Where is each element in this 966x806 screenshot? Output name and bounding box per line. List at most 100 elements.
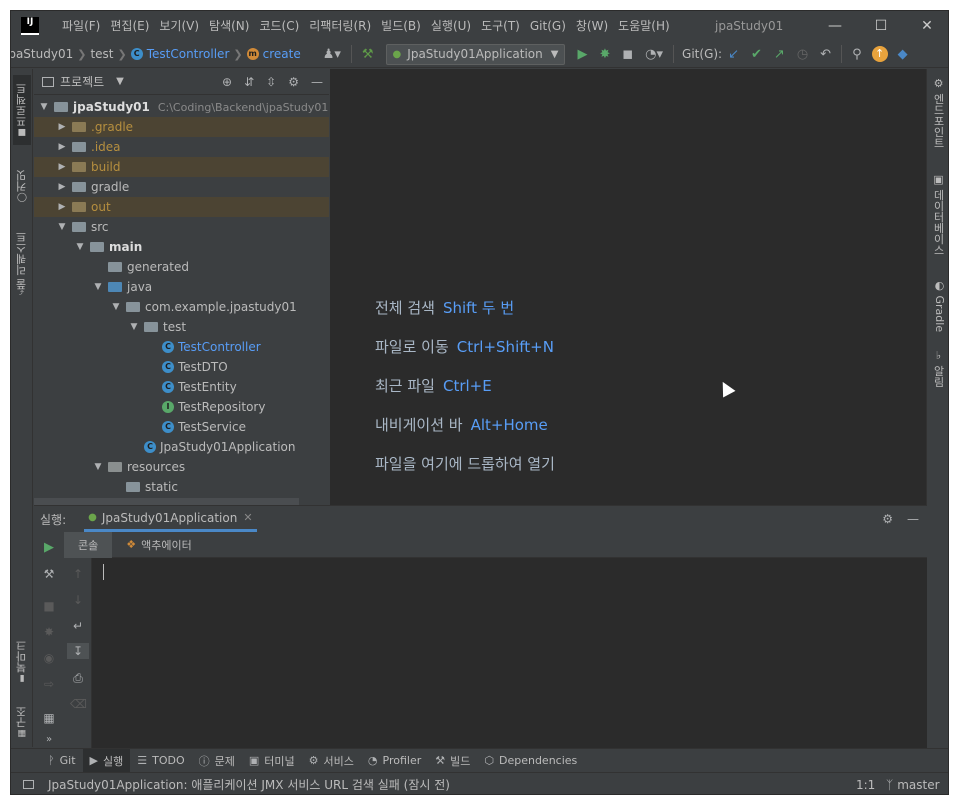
tree-item[interactable]: C TestController (34, 337, 329, 357)
editor-empty-area[interactable]: 전체 검색 Shift 두 번 파일로 이동 Ctrl+Shift+N 최근 파일 C… (330, 69, 927, 505)
user-icon[interactable]: ♟▾ (323, 47, 341, 62)
status-message[interactable]: JpaStudy01Application: 애플리케이션 JMX 서비스 UR… (48, 776, 450, 793)
tree-item[interactable]: C TestService (34, 417, 329, 437)
bottom-tab[interactable]: ▶ 실행 (82, 748, 131, 773)
stop-icon[interactable]: ■ (41, 598, 57, 614)
expand-arrow-icon[interactable]: ▶ (56, 182, 68, 192)
rerun-icon[interactable]: ▶ (41, 540, 57, 556)
update-available-icon[interactable]: ↑ (871, 46, 888, 62)
expand-arrow-icon[interactable]: ▶ (56, 202, 68, 212)
tree-item[interactable]: C TestEntity (34, 377, 329, 397)
trash-icon[interactable]: ⌫ (70, 696, 87, 712)
breadcrumb-project[interactable]: jpaStudy01 (11, 47, 73, 61)
project-panel-title[interactable]: 프로젝트 (60, 73, 104, 90)
run-configuration-select[interactable]: ● JpaStudy01Application ▼ (385, 43, 566, 65)
expand-arrow-icon[interactable]: ▶ (56, 162, 68, 172)
menu-item[interactable]: 코드(C) (254, 11, 304, 41)
toggle-tool-windows-icon[interactable] (23, 780, 34, 789)
menu-item[interactable]: 보기(V) (154, 11, 204, 41)
history-icon[interactable]: ◷ (797, 47, 808, 62)
bottom-tab[interactable]: ◔ Profiler (361, 749, 428, 773)
more-icon[interactable]: » (41, 732, 57, 748)
menu-item[interactable]: 도구(T) (476, 11, 525, 41)
close-tab-icon[interactable]: ✕ (243, 511, 252, 524)
expand-arrow-icon[interactable]: ▶ (56, 122, 68, 132)
menu-item[interactable]: 탐색(N) (204, 11, 254, 41)
menu-item[interactable]: 파일(F) (57, 11, 105, 41)
tab-console[interactable]: 콘솔 (64, 531, 113, 558)
build-hammer-icon[interactable]: ⚒ (362, 47, 374, 62)
tab-actuator[interactable]: ❖ 액추에이터 (112, 532, 205, 558)
print-icon[interactable]: ⎙ (70, 670, 86, 686)
run-tab-application[interactable]: ● JpaStudy01Application ✕ (84, 506, 257, 532)
tab-endpoints[interactable]: ⚙ 엔드포인트 (930, 77, 946, 149)
debug-icon[interactable]: ✸ (41, 624, 57, 640)
tree-item[interactable]: ▶ gradle (34, 177, 329, 197)
gear-icon[interactable]: ⚙ (882, 512, 893, 526)
bottom-tab[interactable]: ⓘ 문제 (192, 749, 242, 773)
chevron-down-icon[interactable]: ▼ (116, 76, 124, 87)
expand-all-icon[interactable]: ⇵ (244, 75, 254, 89)
tree-item[interactable]: ▼ src (34, 217, 329, 237)
breadcrumb-class[interactable]: TestController (147, 47, 230, 61)
maximize-icon[interactable]: ☐ (858, 11, 904, 41)
collapse-all-icon[interactable]: ⇳ (266, 75, 276, 89)
rollback-icon[interactable]: ↶ (820, 47, 831, 62)
exit-icon[interactable]: ⇨ (41, 676, 57, 692)
tab-notifications[interactable]: ♭ 알림 (930, 349, 946, 388)
menu-item[interactable]: 편집(E) (105, 11, 154, 41)
tree-item[interactable]: ▶ build (34, 157, 329, 177)
expand-arrow-icon[interactable]: ▼ (110, 302, 122, 312)
menu-item[interactable]: 리팩터링(R) (304, 11, 376, 41)
tree-item[interactable]: generated (34, 257, 329, 277)
minimize-icon[interactable]: — (812, 11, 858, 41)
console-output[interactable] (92, 558, 927, 748)
bottom-tab[interactable]: ⚙ 서비스 (302, 749, 361, 773)
locate-icon[interactable]: ⊕ (222, 75, 232, 89)
breadcrumb-package[interactable]: test (90, 47, 113, 61)
tree-item[interactable]: ▶ .gradle (34, 117, 329, 137)
layout-icon[interactable]: ▦ (41, 710, 57, 726)
tab-commit[interactable]: ◯ 커밋 (13, 161, 31, 211)
tab-structure[interactable]: ▦ 구조 (13, 701, 31, 743)
soft-wrap-icon[interactable]: ↵ (70, 618, 86, 634)
expand-arrow-icon[interactable]: ▼ (92, 282, 104, 292)
jetbrains-logo-icon[interactable]: ◆ (898, 47, 908, 62)
breadcrumb-method[interactable]: create (263, 47, 301, 61)
git-push-icon[interactable]: ↗ (774, 47, 785, 62)
git-commit-icon[interactable]: ✔ (751, 47, 762, 62)
tree-root[interactable]: ▼ jpaStudy01 C:\Coding\Backend\jpaStudy0… (34, 97, 329, 117)
wrench-icon[interactable]: ⚒ (41, 566, 57, 582)
gear-icon[interactable]: ⚙ (288, 75, 299, 89)
tab-pull-requests[interactable]: ⤷ 풀 리퀘스트 (13, 223, 31, 303)
tree-item[interactable]: static (34, 477, 329, 497)
tree-item[interactable]: ▼ resources (34, 457, 329, 477)
search-icon[interactable]: ⚲ (852, 47, 862, 62)
scroll-to-end-icon[interactable]: ↧ (67, 643, 89, 659)
menu-item[interactable]: 빌드(B) (376, 11, 426, 41)
tree-item[interactable]: C JpaStudy01Application (34, 437, 329, 457)
caret-position[interactable]: 1:1 (856, 778, 875, 792)
tab-gradle[interactable]: ◐ Gradle (930, 279, 946, 332)
tree-item[interactable]: C TestDTO (34, 357, 329, 377)
menu-item[interactable]: 실행(U) (426, 11, 476, 41)
camera-icon[interactable]: ◉ (41, 650, 57, 666)
branch-widget[interactable]: ᛉ master (886, 778, 940, 792)
tree-item[interactable]: ▼ com.example.jpastudy01 (34, 297, 329, 317)
close-icon[interactable]: ✕ (904, 11, 948, 41)
menu-item[interactable]: Git(G) (525, 11, 571, 41)
tab-project[interactable]: ■ 프로젝트 (13, 75, 31, 145)
expand-arrow-icon[interactable]: ▼ (92, 462, 104, 472)
tree-item[interactable]: ▼ main (34, 237, 329, 257)
tab-bookmarks[interactable]: ▮ 북마크 (13, 634, 31, 690)
expand-arrow-icon[interactable]: ▶ (56, 142, 68, 152)
coverage-icon[interactable]: ◼ (622, 47, 633, 62)
scroll-up-icon[interactable]: ↑ (70, 566, 86, 582)
run-icon[interactable]: ▶ (577, 47, 587, 62)
expand-arrow-icon[interactable]: ▼ (38, 102, 50, 112)
profile-icon[interactable]: ◔▾ (645, 47, 663, 62)
project-horizontal-scrollbar[interactable] (34, 498, 299, 505)
tree-item[interactable]: ▶ .idea (34, 137, 329, 157)
expand-arrow-icon[interactable]: ▼ (128, 322, 140, 332)
hide-icon[interactable]: — (311, 75, 323, 89)
